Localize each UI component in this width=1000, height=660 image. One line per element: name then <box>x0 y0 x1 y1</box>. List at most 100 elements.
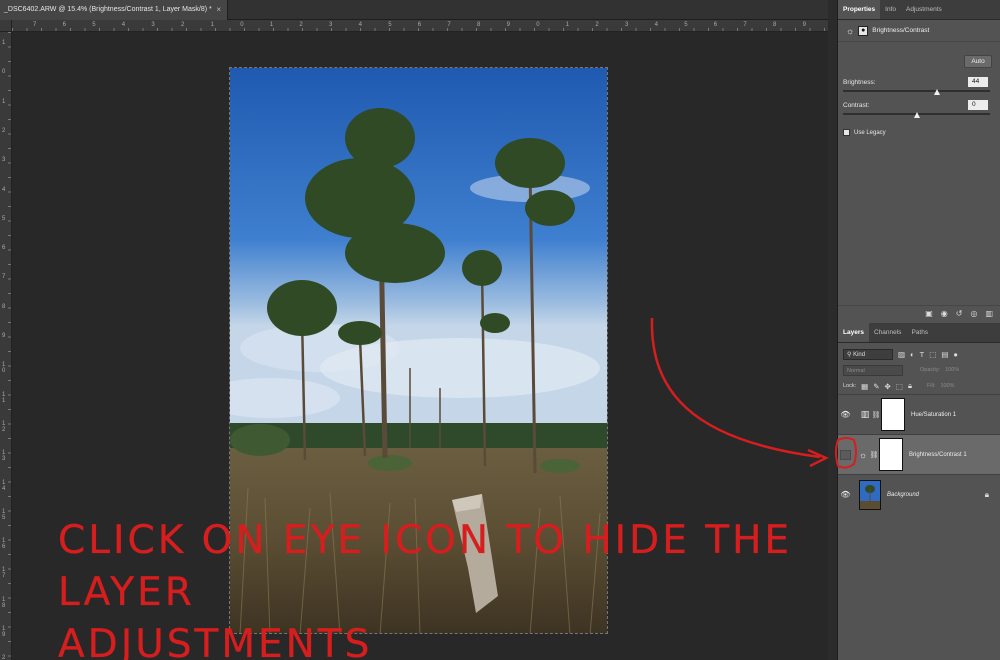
properties-header: ☼ ● Brightness/Contrast <box>838 20 1000 42</box>
ruler-top-number: 0 <box>240 22 244 28</box>
ruler-left-number: 1 <box>2 98 6 105</box>
background-thumbnail[interactable] <box>859 479 881 510</box>
ruler-top-number: 6 <box>62 22 66 28</box>
ruler-left-number: 0 <box>2 69 6 76</box>
use-legacy-option[interactable]: Use Legacy <box>843 129 886 136</box>
reset-icon[interactable]: ↺ <box>956 309 963 318</box>
ruler-top-number: 9 <box>506 22 510 28</box>
ruler-left-number: 11 <box>2 391 6 404</box>
lock-all-icon[interactable]: 🔒︎ <box>908 381 912 391</box>
ruler-top-number: 1 <box>210 22 214 28</box>
ruler-left-number: 16 <box>2 538 6 551</box>
pixel-filter-icon[interactable]: ▨ <box>898 350 905 359</box>
ruler-left-number: 20 <box>2 655 6 660</box>
blend-row: Normal Opacity: 100% <box>838 362 1000 378</box>
sun-icon: ☼ <box>846 25 855 36</box>
adjustment-filter-icon[interactable]: ◐ <box>910 350 915 359</box>
filter-toggle-icon[interactable]: ● <box>953 350 958 359</box>
link-icon[interactable]: ⛓︎ <box>869 451 879 459</box>
ruler-top-number: 7 <box>447 22 451 28</box>
use-legacy-checkbox[interactable] <box>843 129 850 136</box>
kind-filter-select[interactable]: ⚲ Kind <box>843 348 893 360</box>
ruler-top-number: 8 <box>477 22 481 28</box>
layer-row-background[interactable]: 👁︎ Background 🔒︎ <box>838 474 1000 514</box>
tab-properties[interactable]: Properties <box>838 0 881 19</box>
fill-field[interactable]: 100% <box>941 383 955 389</box>
eye-icon[interactable]: 👁︎ <box>838 410 853 419</box>
lock-transparent-icon[interactable]: ▦ <box>861 382 868 391</box>
tab-layers[interactable]: Layers <box>838 323 869 342</box>
use-legacy-label: Use Legacy <box>854 129 886 136</box>
shape-filter-icon[interactable]: ⬚ <box>929 350 936 359</box>
contrast-field[interactable]: 0 <box>968 100 988 110</box>
annotation-line-2: adjustments <box>58 622 373 660</box>
smart-object-filter-icon[interactable]: ▤ <box>941 350 948 359</box>
ruler-corner[interactable] <box>0 20 12 32</box>
ruler-left-number: 10 <box>2 362 6 375</box>
ruler-top-number: 6 <box>417 22 422 28</box>
lock-icon: 🔒︎ <box>984 489 989 499</box>
ruler-top-number: 3 <box>329 22 333 28</box>
ruler-left-number: 7 <box>2 274 6 281</box>
photoshop-window: _DSC6402.ARW @ 15.4% (Brightness/Contras… <box>0 0 1000 660</box>
properties-footer: ▣ ◉ ↺ ◎ ▥ <box>838 305 1000 321</box>
mask-icon[interactable]: ● <box>858 25 869 36</box>
lock-label: Lock: <box>843 383 857 389</box>
trash-icon[interactable]: ▥ <box>985 309 993 318</box>
auto-button[interactable]: Auto <box>964 55 992 68</box>
tab-adjustments[interactable]: Adjustments <box>901 0 947 19</box>
ruler-left-number: 14 <box>2 479 6 492</box>
layer-name[interactable]: Background <box>887 492 919 498</box>
search-icon: ⚲ <box>847 351 852 358</box>
ruler-top-number: 4 <box>121 22 126 28</box>
opacity-field[interactable]: 100% <box>945 367 959 373</box>
ruler-left-number: 5 <box>2 215 6 222</box>
ruler-left-number: 15 <box>2 508 6 521</box>
ruler-top-number: 8 <box>773 22 777 28</box>
contrast-label: Contrast: <box>843 102 870 109</box>
ruler-top-number: 5 <box>684 22 688 28</box>
tab-paths[interactable]: Paths <box>906 323 933 342</box>
sun-icon: ☼ <box>858 449 868 460</box>
layers-tabs: Layers Channels Paths <box>838 323 1000 343</box>
ruler-top-number: 2 <box>299 22 303 28</box>
layer-mask-thumbnail[interactable] <box>881 398 905 431</box>
properties-title: Brightness/Contrast <box>872 27 930 34</box>
layer-mask-thumbnail[interactable] <box>879 438 903 471</box>
text-filter-icon[interactable]: T <box>920 350 925 359</box>
close-tab-icon[interactable]: × <box>216 0 221 20</box>
ruler-top-number: 3 <box>151 22 155 28</box>
brightness-slider-thumb[interactable] <box>934 89 940 95</box>
eye-toggle-hidden[interactable] <box>840 449 851 460</box>
blend-mode-select[interactable]: Normal <box>843 364 903 376</box>
annotation-text: Click on eye icon to hide the layer adju… <box>58 515 938 660</box>
lock-artboard-icon[interactable]: ⬚ <box>896 382 903 391</box>
ruler-left-number: 18 <box>2 596 6 609</box>
brightness-field[interactable]: 44 <box>968 77 988 87</box>
ruler-top-number: 3 <box>625 22 629 28</box>
ruler-top-number: 1 <box>565 22 570 28</box>
link-icon[interactable]: ⛓︎ <box>871 411 881 419</box>
lock-pixels-icon[interactable]: ✎ <box>873 382 879 391</box>
tab-info[interactable]: Info <box>880 0 901 19</box>
layer-row-hue-saturation[interactable]: 👁︎ ▥ ⛓︎ Hue/Saturation 1 <box>838 394 1000 434</box>
lock-position-icon[interactable]: ✥ <box>885 382 891 391</box>
visibility-icon[interactable]: ◎ <box>970 309 977 318</box>
tab-channels[interactable]: Channels <box>869 323 906 342</box>
eye-icon[interactable]: 👁︎ <box>838 490 853 499</box>
document-tab-title: _DSC6402.ARW @ 15.4% (Brightness/Contras… <box>4 6 212 13</box>
ruler-top-number: 0 <box>536 22 540 28</box>
layer-name[interactable]: Hue/Saturation 1 <box>911 412 956 418</box>
vertical-ruler[interactable] <box>0 32 12 660</box>
ruler-left-number: 17 <box>2 567 6 580</box>
clip-to-layer-icon[interactable]: ▣ <box>925 309 933 318</box>
brightness-slider-track[interactable] <box>843 90 990 92</box>
contrast-slider-thumb[interactable] <box>914 112 920 118</box>
hue-saturation-icon: ▥ <box>860 409 870 419</box>
background-thumbnail-image <box>860 480 880 509</box>
document-tab[interactable]: _DSC6402.ARW @ 15.4% (Brightness/Contras… <box>0 0 228 20</box>
layer-name[interactable]: Brightness/Contrast 1 <box>909 452 967 458</box>
view-previous-icon[interactable]: ◉ <box>941 309 948 318</box>
layer-row-brightness-contrast[interactable]: ☼ ⛓︎ Brightness/Contrast 1 <box>838 434 1000 474</box>
brightness-label: Brightness: <box>843 79 876 86</box>
